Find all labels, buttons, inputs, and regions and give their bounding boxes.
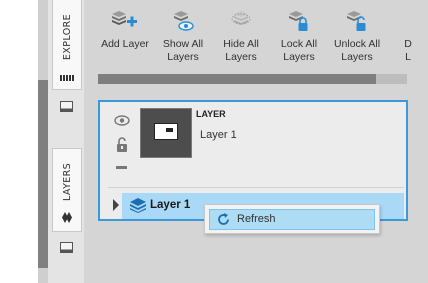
panel-toggle-icon[interactable] [60,101,73,112]
show-all-layers-button[interactable]: Show All Layers [154,10,212,64]
add-layer-label: Add Layer [101,38,149,50]
lock-all-layers-label-line1: Lock All [280,38,318,50]
minus-icon[interactable] [116,166,127,170]
left-scrollbar[interactable] [38,0,48,283]
refresh-menu-item[interactable]: Refresh [209,209,375,230]
explore-tab-icon [60,75,74,81]
tab-layers[interactable]: LAYERS [52,148,82,232]
left-scrollbar-thumb[interactable] [38,80,48,268]
add-layer-icon [112,11,137,27]
lock-all-layers-icon [289,11,308,31]
truncated-toolbar-button[interactable]: D L [398,38,418,64]
show-all-layers-icon [174,11,194,31]
vertical-tab-strip: EXPLORE LAYERS [48,0,84,283]
panel-divider [108,187,404,188]
toolbar-scrollbar-thumb[interactable] [98,74,376,84]
truncated-tool-label-line1: D [404,38,412,50]
refresh-menu-item-label: Refresh [237,213,276,225]
layer-preview-icon [154,123,178,140]
unlock-all-layers-button[interactable]: Unlock All Layers [328,10,386,64]
tab-explore[interactable]: EXPLORE [52,0,82,90]
show-all-layers-label-line2: Layers [167,51,199,63]
hide-all-layers-button[interactable]: Hide All Layers [212,10,270,64]
tab-layers-label: LAYERS [62,162,73,201]
layer-thumbnail [140,108,192,158]
unlock-all-layers-label-line1: Unlock All [333,38,381,50]
show-all-layers-label-line1: Show All [162,38,204,50]
add-layer-button[interactable]: Add Layer [96,10,154,51]
layer-stack-icon [130,198,146,213]
refresh-icon [218,213,229,225]
context-menu: Refresh [204,204,380,234]
visibility-eye-icon[interactable] [114,115,130,126]
unlock-icon[interactable] [116,136,129,153]
lock-all-layers-label-line2: Layers [283,51,315,63]
layer-panel: LAYER Layer 1 Layer 1 [98,100,408,221]
left-margin [0,0,38,283]
unlock-all-layers-icon [347,11,366,31]
truncated-tool-label-line2: L [405,51,411,63]
layers-tab-icon [62,212,72,223]
layer-panel-name: Layer 1 [200,129,237,141]
toolbar-scrollbar[interactable] [98,74,407,84]
panel-toggle-icon-2[interactable] [60,242,73,253]
unlock-all-layers-label-line2: Layers [341,51,373,63]
hide-all-layers-label-line1: Hide All [223,38,259,50]
expand-arrow-icon[interactable] [112,199,120,211]
lock-all-layers-button[interactable]: Lock All Layers [270,10,328,64]
layer-panel-title: LAYER [196,109,226,119]
hide-all-layers-label-line2: Layers [225,51,257,63]
hide-all-layers-icon [231,11,251,25]
tab-explore-label: EXPLORE [62,13,73,60]
layer-tree-row-label: Layer 1 [150,199,191,211]
